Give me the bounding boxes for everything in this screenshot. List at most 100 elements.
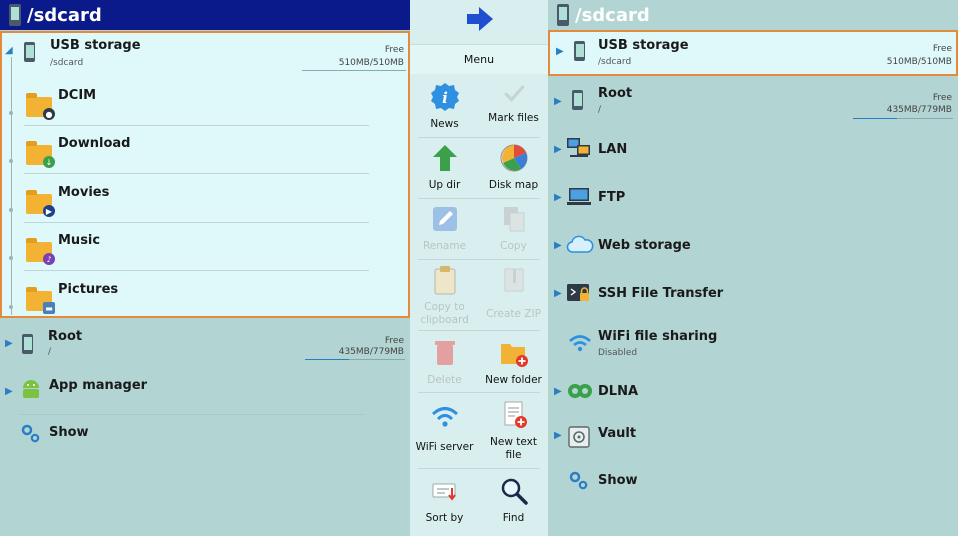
expand-arrow-icon: ▶	[554, 240, 562, 251]
right-pane-header[interactable]: /sdcard	[548, 0, 958, 30]
root-storage-item[interactable]: ▶ Root / Free 435MB/779MB	[0, 322, 410, 370]
menu-copy-to-clipboard[interactable]: Copy to clipboard	[410, 265, 479, 327]
menu-news-label: News	[430, 118, 459, 130]
pictures-folder-icon: ▬	[26, 287, 55, 314]
right-pane-path: /sdcard	[575, 4, 650, 26]
right-show-item[interactable]: Show	[548, 466, 958, 506]
folder-music[interactable]: Music	[58, 233, 100, 248]
create-zip-icon	[504, 268, 523, 292]
ftp-computer-icon	[567, 188, 591, 205]
menu-up-dir-label: Up dir	[428, 179, 461, 191]
trash-icon	[434, 341, 455, 365]
expand-arrow-icon: ▶	[554, 386, 562, 397]
new-text-file-icon	[504, 401, 527, 428]
lan-label: LAN	[598, 142, 628, 157]
disk-map-pie-icon	[500, 144, 527, 172]
right-show-label: Show	[598, 473, 638, 488]
menu-new-text-file[interactable]: New text file	[479, 400, 548, 462]
lan-item[interactable]: ▶ LAN	[548, 130, 958, 174]
folder-download[interactable]: Download	[58, 136, 130, 151]
menu-rename[interactable]: Rename	[410, 204, 479, 253]
svg-text:i: i	[442, 89, 448, 107]
right-root-usage-bar	[853, 118, 953, 119]
menu-panel: Menu i News Mark files Up dir Disk map R…	[410, 0, 548, 536]
usb-storage-path: /sdcard	[50, 58, 84, 68]
download-folder-icon: ↓	[26, 141, 55, 168]
right-root-name: Root	[598, 86, 633, 101]
menu-title: Menu	[410, 44, 548, 74]
dlna-item[interactable]: ▶ DLNA	[548, 372, 958, 416]
usb-storage-icon	[574, 41, 585, 61]
info-badge-icon: i	[430, 83, 459, 111]
menu-news[interactable]: i News	[410, 82, 479, 131]
dlna-icon	[568, 384, 592, 398]
checkmark-icon	[503, 84, 525, 102]
movies-folder-icon: ▶	[26, 190, 55, 217]
menu-copy-label: Copy	[500, 240, 527, 252]
wifi-file-sharing-item[interactable]: WiFi file sharing Disabled	[548, 322, 958, 370]
menu-copy[interactable]: Copy	[479, 204, 548, 253]
dlna-label: DLNA	[598, 384, 639, 399]
ssh-file-transfer-item[interactable]: ▶ SSH File Transfer	[548, 274, 958, 318]
right-root-item[interactable]: ▶ Root / Free 435MB/779MB	[548, 80, 958, 126]
root-path: /	[48, 347, 52, 357]
device-icon	[9, 4, 21, 26]
show-item[interactable]: Show	[0, 420, 410, 460]
expand-arrow-icon: ▶	[554, 144, 562, 155]
music-folder-icon: ♪	[26, 238, 55, 265]
menu-disk-map[interactable]: Disk map	[479, 143, 548, 192]
copy-icon	[503, 207, 524, 232]
expand-arrow-icon: ▶	[554, 192, 562, 203]
android-icon	[23, 380, 39, 398]
right-usb-storage-item[interactable]: ▶ USB storage /sdcard Free 510MB/510MB	[548, 30, 958, 76]
camera-folder-icon: ●	[26, 93, 55, 120]
expand-arrow-icon: ▶	[554, 288, 562, 299]
wifi-icon	[431, 407, 458, 427]
show-gear-icon	[21, 424, 40, 443]
menu-disk-map-label: Disk map	[488, 179, 539, 191]
collapse-arrow-icon[interactable]: ◢	[5, 45, 13, 56]
menu-new-folder-label: New folder	[485, 374, 542, 386]
right-usb-path: /sdcard	[598, 57, 632, 67]
sort-icon	[432, 483, 456, 501]
right-root-free-value: 435MB/779MB	[886, 105, 952, 115]
usb-usage-bar	[302, 70, 406, 71]
folder-dcim[interactable]: DCIM	[58, 88, 96, 103]
left-pane-path: /sdcard	[27, 4, 102, 26]
expand-arrow-icon: ▶	[5, 386, 13, 397]
menu-delete[interactable]: Delete	[410, 338, 479, 387]
ftp-item[interactable]: ▶ FTP	[548, 178, 958, 222]
menu-new-folder[interactable]: New folder	[479, 338, 548, 387]
app-manager-label: App manager	[49, 378, 148, 393]
menu-wifi-server[interactable]: WiFi server	[410, 402, 479, 454]
menu-sort-by[interactable]: Sort by	[410, 476, 479, 525]
cloud-icon	[566, 235, 594, 253]
menu-sort-by-label: Sort by	[425, 512, 464, 524]
menu-rename-label: Rename	[422, 240, 467, 252]
menu-new-text-file-label: New text file	[490, 436, 537, 461]
usb-free-value: 510MB/510MB	[338, 58, 404, 68]
menu-mark-files[interactable]: Mark files	[479, 82, 548, 125]
folder-movies[interactable]: Movies	[58, 185, 109, 200]
menu-find-label: Find	[502, 512, 525, 524]
right-usb-name: USB storage	[598, 38, 689, 53]
root-storage-icon	[22, 334, 33, 354]
show-gear-icon	[569, 471, 588, 490]
vault-safe-icon	[568, 426, 590, 448]
menu-up-dir[interactable]: Up dir	[410, 143, 479, 192]
copy-direction-arrow-icon[interactable]	[465, 5, 495, 33]
menu-create-zip[interactable]: Create ZIP	[479, 265, 548, 321]
left-pane-header[interactable]: /sdcard	[0, 0, 410, 30]
folder-pictures[interactable]: Pictures	[58, 282, 118, 297]
vault-item[interactable]: ▶ Vault	[548, 416, 958, 460]
web-storage-label: Web storage	[598, 238, 691, 253]
web-storage-item[interactable]: ▶ Web storage	[548, 226, 958, 270]
expand-arrow-icon: ▶	[5, 338, 13, 349]
app-manager-item[interactable]: ▶ App manager	[0, 372, 410, 416]
usb-storage-expanded[interactable]: ◢ USB storage /sdcard Free 510MB/510MB ●…	[0, 31, 410, 318]
menu-find[interactable]: Find	[479, 476, 548, 525]
usb-free-label: Free	[384, 45, 404, 55]
right-root-free-label: Free	[932, 93, 952, 103]
lan-computers-icon	[567, 138, 590, 157]
usb-storage-icon	[24, 42, 35, 62]
